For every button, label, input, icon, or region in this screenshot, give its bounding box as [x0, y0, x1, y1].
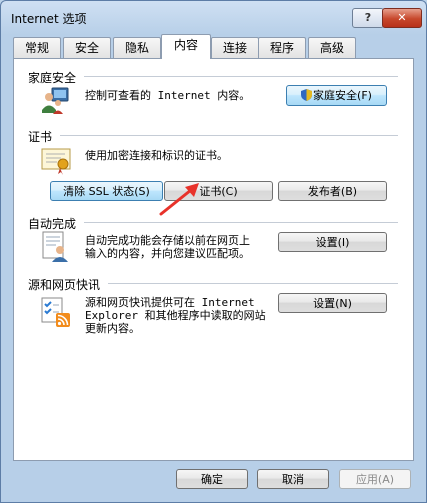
feed-icon	[41, 297, 70, 327]
publishers-button-label: 发布者(B)	[307, 185, 358, 198]
window-title: Internet 选项	[11, 12, 87, 26]
section-title-feeds: 源和网页快讯	[28, 276, 105, 293]
apply-button: 应用(A)	[339, 469, 411, 489]
autocomplete-description-line1: 自动完成功能会存储以前在网页上	[85, 234, 250, 247]
section-title-certificates: 证书	[28, 128, 57, 145]
tab-connections[interactable]: 连接	[211, 37, 259, 58]
close-button[interactable]: ✕	[382, 8, 422, 28]
content-panel: 家庭安全 控制可查看的 Internet 内容。 家庭安全(F) 证书 使用加密…	[13, 58, 414, 461]
help-icon: ?	[364, 11, 372, 24]
titlebar[interactable]: Internet 选项 ? ✕	[1, 1, 426, 33]
cancel-button-label: 取消	[282, 473, 304, 486]
family-safety-icon	[42, 87, 69, 114]
tab-advanced[interactable]: 高级	[308, 37, 356, 58]
ok-button-label: 确定	[201, 473, 223, 486]
feeds-settings-button[interactable]: 设置(N)	[278, 293, 387, 313]
section-divider	[84, 76, 398, 77]
feeds-settings-button-label: 设置(N)	[313, 297, 352, 310]
autocomplete-description-line2: 输入的内容，并向您建议匹配项。	[85, 247, 250, 260]
section-divider	[84, 222, 398, 223]
cancel-button[interactable]: 取消	[257, 469, 329, 489]
shield-icon	[301, 89, 313, 101]
certificate-icon	[41, 148, 71, 175]
tab-content[interactable]: 内容	[161, 34, 211, 59]
clear-ssl-state-button[interactable]: 清除 SSL 状态(S)	[50, 181, 163, 201]
feeds-description-line3: 更新内容。	[85, 322, 140, 335]
tab-programs[interactable]: 程序	[258, 37, 306, 58]
publishers-button[interactable]: 发布者(B)	[278, 181, 387, 201]
autocomplete-settings-button-label: 设置(I)	[315, 236, 350, 249]
clear-ssl-state-button-label: 清除 SSL 状态(S)	[63, 185, 150, 198]
autocomplete-icon	[42, 231, 68, 262]
section-divider	[60, 135, 398, 136]
section-title-family-safety: 家庭安全	[28, 69, 81, 86]
tab-privacy[interactable]: 隐私	[113, 37, 161, 58]
close-icon: ✕	[397, 11, 407, 24]
tab-general[interactable]: 常规	[13, 37, 61, 58]
dialog-window: Internet 选项 ? ✕ 常规 安全 隐私 内容 连接 程序 高级 家庭安…	[0, 0, 427, 503]
family-safety-button-label: 家庭安全(F)	[313, 89, 372, 102]
section-title-autocomplete: 自动完成	[28, 215, 81, 232]
autocomplete-settings-button[interactable]: 设置(I)	[278, 232, 387, 252]
help-button[interactable]: ?	[352, 8, 384, 28]
tab-security[interactable]: 安全	[63, 37, 111, 58]
ok-button[interactable]: 确定	[176, 469, 248, 489]
section-divider	[108, 283, 398, 284]
apply-button-label: 应用(A)	[355, 473, 395, 486]
annotation-arrow-icon	[159, 183, 199, 216]
family-safety-description: 控制可查看的 Internet 内容。	[85, 89, 251, 102]
family-safety-button[interactable]: 家庭安全(F)	[286, 85, 387, 106]
feeds-description-line2: Explorer 和其他程序中读取的网站	[85, 309, 266, 322]
certificates-button-label: 证书(C)	[199, 185, 238, 198]
feeds-description-line1: 源和网页快讯提供可在 Internet	[85, 296, 255, 309]
certificates-description: 使用加密连接和标识的证书。	[85, 149, 228, 162]
